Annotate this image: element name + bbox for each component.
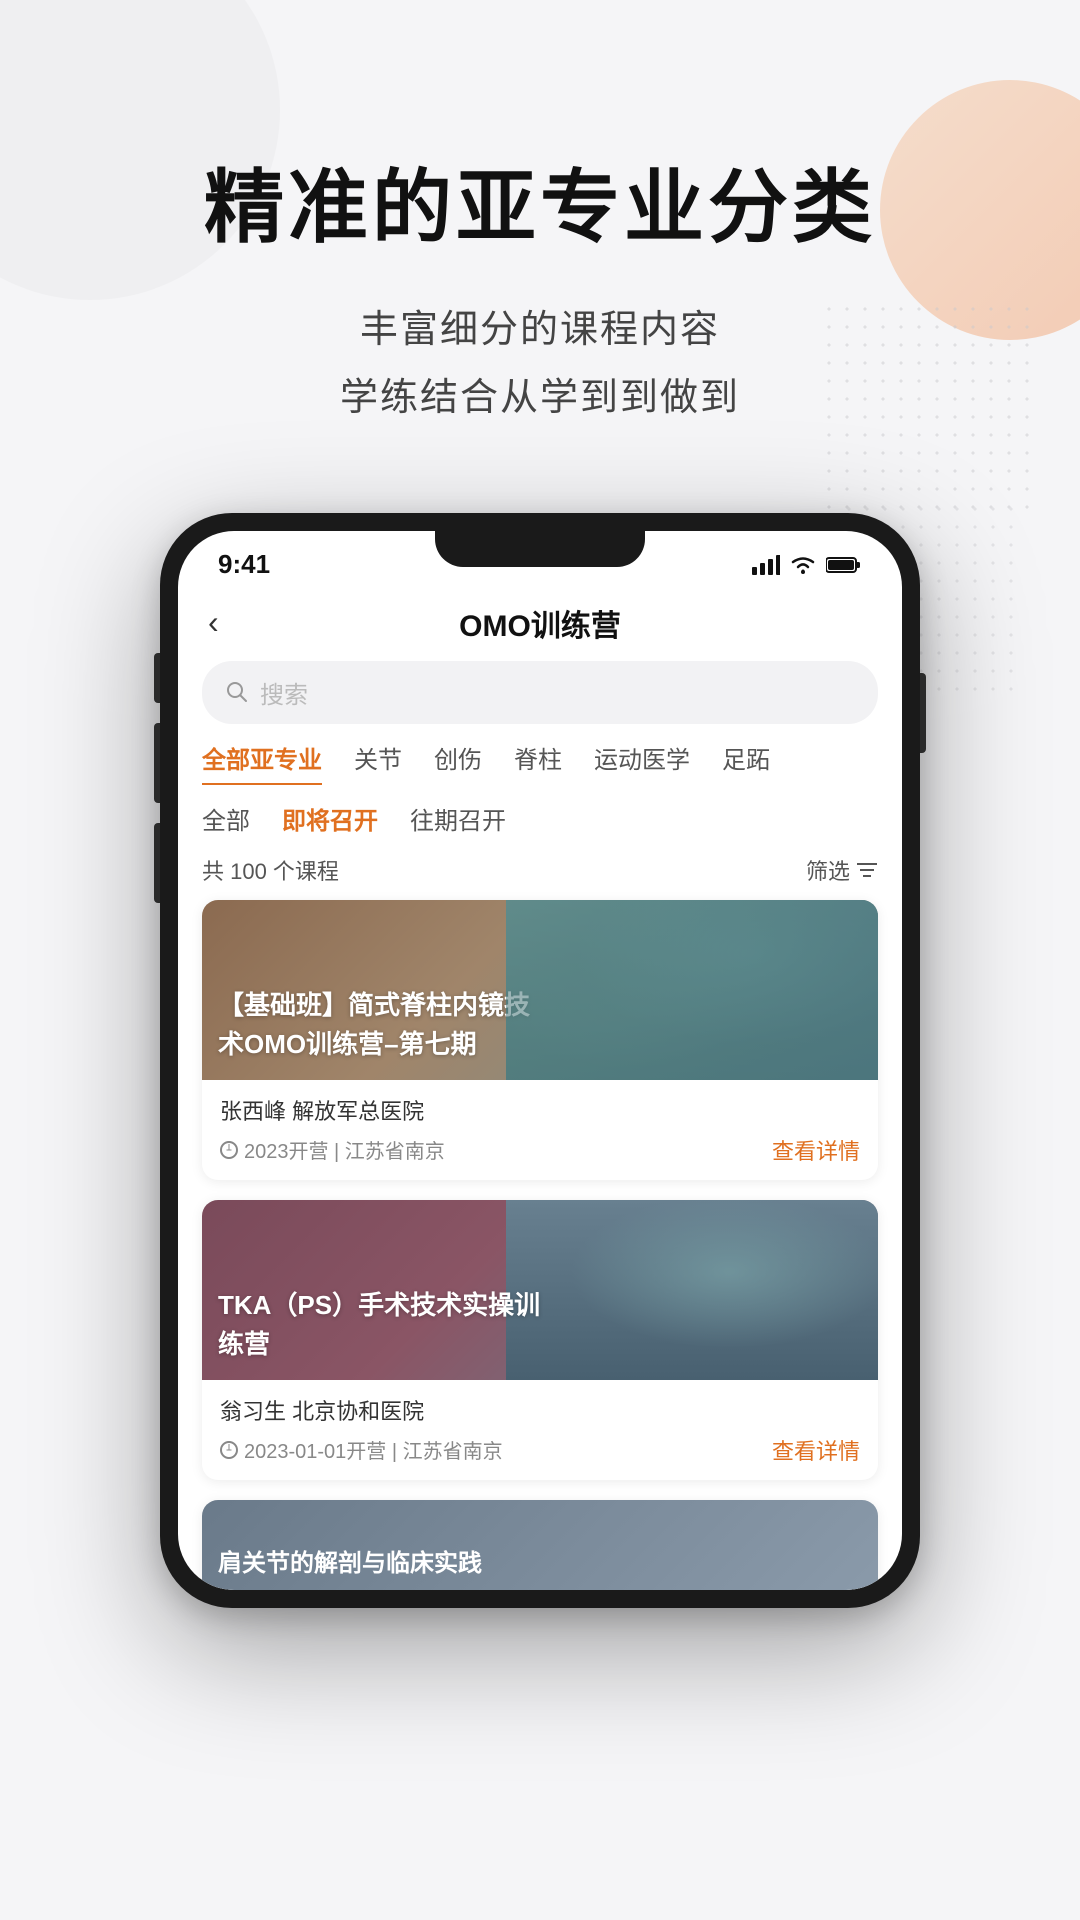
status-tab-past[interactable]: 往期召开 [410,801,506,836]
card-image-1: 【基础班】简式脊柱内镜技术OMO训练营–第七期 [202,900,878,1080]
cat-tab-foot[interactable]: 足跖 [722,740,770,785]
card-title-1: 【基础班】简式脊柱内镜技术OMO训练营–第七期 [218,986,530,1064]
card-author-1: 张西峰 解放军总医院 [220,1094,860,1126]
phone-mockup: 9:41 [160,513,920,1608]
hero-section: 精准的亚专业分类 丰富细分的课程内容 学练结合从学到到做到 [0,0,1080,493]
course-header: 共 100 个课程 筛选 [178,846,902,900]
course-count: 共 100 个课程 [202,854,339,886]
search-icon [226,681,248,703]
hero-subtitle-line1: 丰富细分的课程内容 [0,296,1080,364]
card-date-text-2: 2023-01-01开营 | 江苏省南京 [244,1435,503,1464]
card-partial-inner: 肩关节的解剖与临床实践 [202,1500,878,1590]
clock-icon-1 [220,1141,238,1159]
phone-notch [435,531,645,567]
cat-tab-sports[interactable]: 运动医学 [594,740,690,785]
card-title-2: TKA（PS）手术技术实操训练营 [218,1286,540,1364]
card-meta-1: 2023开营 | 江苏省南京 查看详情 [220,1134,860,1166]
side-button-volume-down [154,823,160,903]
phone-container: 9:41 [0,493,1080,1608]
course-card-1[interactable]: 【基础班】简式脊柱内镜技术OMO训练营–第七期 张西峰 解放军总医院 2023开… [202,900,878,1180]
card-info-1: 张西峰 解放军总医院 2023开营 | 江苏省南京 查看详情 [202,1080,878,1180]
filter-label: 筛选 [806,854,850,886]
card-detail-btn-2[interactable]: 查看详情 [772,1434,860,1466]
cat-tab-spine[interactable]: 脊柱 [514,740,562,785]
surgery-figure-1 [506,900,878,1080]
card-surgery-image-1 [506,900,878,1080]
course-list: 【基础班】简式脊柱内镜技术OMO训练营–第七期 张西峰 解放军总医院 2023开… [178,900,902,1590]
status-tab-all[interactable]: 全部 [202,801,250,836]
card-overlay-2: TKA（PS）手术技术实操训练营 [202,1200,878,1380]
filter-button[interactable]: 筛选 [806,854,878,886]
card-partial-title: 肩关节的解剖与临床实践 [218,1543,482,1578]
course-card-2[interactable]: TKA（PS）手术技术实操训练营 翁习生 北京协和医院 2023-01-01开营… [202,1200,878,1480]
card-detail-btn-1[interactable]: 查看详情 [772,1134,860,1166]
card-image-2: TKA（PS）手术技术实操训练营 [202,1200,878,1380]
card-overlay-1: 【基础班】简式脊柱内镜技术OMO训练营–第七期 [202,900,878,1080]
nav-title: OMO训练营 [459,601,621,645]
search-bar[interactable]: 搜索 [202,661,878,724]
signal-icon [752,555,780,575]
status-tabs: 全部 即将召开 往期召开 [178,791,902,846]
cat-tab-trauma[interactable]: 创伤 [434,740,482,785]
cat-tab-joint[interactable]: 关节 [354,740,402,785]
hero-subtitle: 丰富细分的课程内容 学练结合从学到到做到 [0,296,1080,433]
hero-subtitle-line2: 学练结合从学到到做到 [0,364,1080,432]
hero-title: 精准的亚专业分类 [0,160,1080,256]
side-button-mute [154,653,160,703]
card-meta-2: 2023-01-01开营 | 江苏省南京 查看详情 [220,1434,860,1466]
clock-icon-2 [220,1441,238,1459]
filter-icon [856,861,878,879]
side-button-volume-up [154,723,160,803]
card-date-2: 2023-01-01开营 | 江苏省南京 [220,1435,503,1464]
card-info-2: 翁习生 北京协和医院 2023-01-01开营 | 江苏省南京 查看详情 [202,1380,878,1480]
wifi-icon [790,555,816,575]
cat-tab-all[interactable]: 全部亚专业 [202,740,322,785]
card-date-1: 2023开营 | 江苏省南京 [220,1135,445,1164]
status-tab-upcoming[interactable]: 即将召开 [282,801,378,836]
status-icons [752,555,862,575]
status-time: 9:41 [218,549,270,580]
course-card-3-partial[interactable]: 肩关节的解剖与临床实践 [202,1500,878,1590]
category-tabs: 全部亚专业 关节 创伤 脊柱 运动医学 足跖 [178,740,902,791]
back-button[interactable]: ‹ [208,604,219,641]
nav-bar: ‹ OMO训练营 [178,591,902,661]
card-author-2: 翁习生 北京协和医院 [220,1394,860,1426]
side-button-power [920,673,926,753]
card-date-text-1: 2023开营 | 江苏省南京 [244,1135,445,1164]
search-bar-wrap: 搜索 [178,661,902,740]
battery-icon [826,556,862,574]
phone-screen: 9:41 [178,531,902,1590]
search-placeholder: 搜索 [260,675,308,710]
